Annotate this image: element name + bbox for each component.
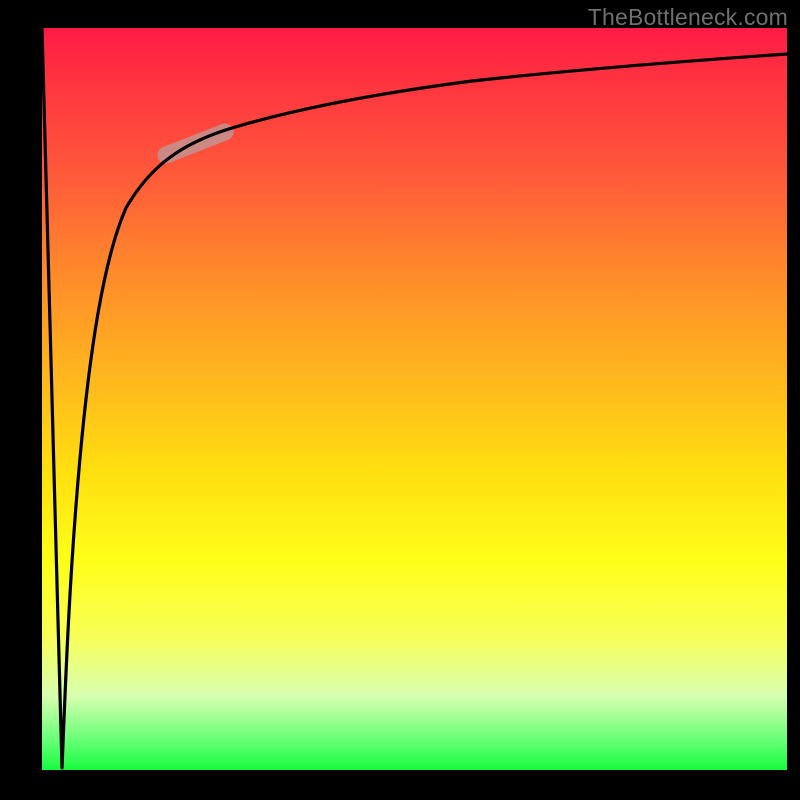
- curve-path: [42, 28, 787, 768]
- watermark-text: TheBottleneck.com: [588, 4, 788, 31]
- chart-frame: TheBottleneck.com: [0, 0, 800, 800]
- chart-curve-layer: [42, 28, 787, 770]
